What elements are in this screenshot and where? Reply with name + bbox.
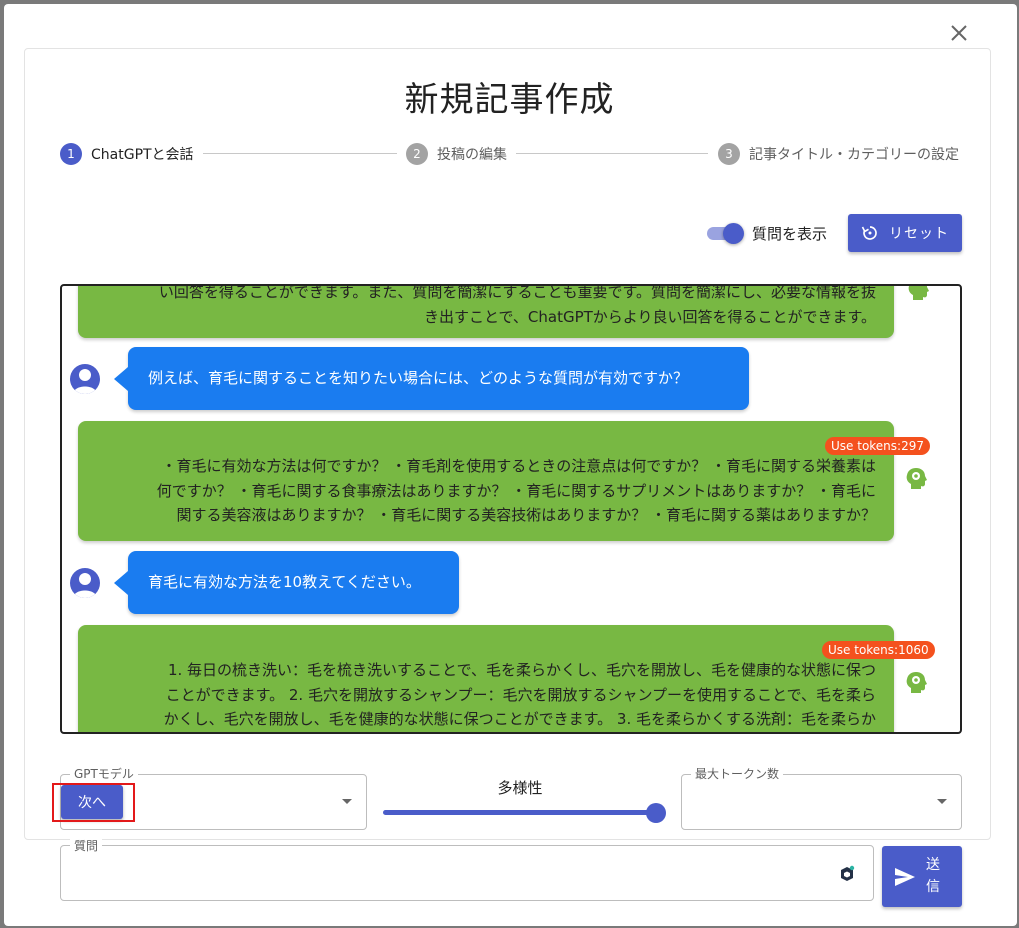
ai-head-icon bbox=[906, 672, 927, 693]
show-questions-label: 質問を表示 bbox=[752, 225, 828, 243]
message-text: 育毛に有効な方法を10教えてください。 bbox=[148, 573, 421, 592]
message-line: ことができます。 2. 毛穴を開放するシャンプー：毛穴を開放するシャンプーを使用… bbox=[165, 685, 876, 704]
diversity-slider-track[interactable] bbox=[383, 810, 656, 815]
token-count-badge: Use tokens:297 bbox=[825, 437, 930, 455]
step-label: 記事タイトル・カテゴリーの設定 bbox=[749, 147, 959, 163]
send-button[interactable]: 送信 bbox=[882, 846, 962, 907]
extension-icon[interactable] bbox=[837, 864, 857, 884]
step-chat: 1 ChatGPTと会話 bbox=[60, 143, 194, 165]
page-title: 新規記事作成 bbox=[404, 80, 615, 120]
message-line: ・育毛に有効な方法は何ですか？ ・育毛剤を使用するときの注意点は何ですか？ ・育… bbox=[161, 457, 876, 475]
diversity-label: 多様性 bbox=[497, 779, 543, 797]
step-number: 3 bbox=[718, 143, 740, 165]
step-number: 1 bbox=[60, 143, 82, 165]
user-message: 例えば、育毛に関することを知りたい場合には、どのような質問が有効ですか？ bbox=[128, 347, 749, 410]
message-line: 関する美容液はありますか？ ・育毛に関する美容技術はありますか？ ・育毛に関する… bbox=[176, 506, 876, 524]
ai-message: 1. 毎日の梳き洗い：毛を梳き洗いすることで、毛を柔らかくし、毛穴を開放し、毛を… bbox=[78, 625, 894, 732]
message-text: 例えば、育毛に関することを知りたい場合には、どのような質問が有効ですか？ bbox=[148, 369, 689, 388]
send-label: 送信 bbox=[926, 857, 940, 895]
question-field[interactable] bbox=[60, 845, 874, 901]
step-title-category: 3 記事タイトル・カテゴリーの設定 bbox=[718, 143, 959, 165]
user-avatar bbox=[70, 568, 100, 598]
max-tokens-label: 最大トークン数 bbox=[691, 765, 784, 782]
gpt-model-label: GPTモデル bbox=[70, 765, 138, 782]
chevron-down-icon bbox=[342, 799, 352, 804]
step-edit-post: 2 投稿の編集 bbox=[406, 143, 507, 165]
step-connector bbox=[516, 153, 708, 154]
ai-message: ・育毛に有効な方法は何ですか？ ・育毛剤を使用するときの注意点は何ですか？ ・育… bbox=[78, 421, 894, 541]
user-avatar bbox=[70, 364, 100, 394]
chevron-down-icon bbox=[937, 799, 947, 804]
token-count-badge: Use tokens:1060 bbox=[822, 641, 935, 659]
step-connector bbox=[203, 153, 397, 154]
user-message: 育毛に有効な方法を10教えてください。 bbox=[128, 551, 459, 614]
send-icon bbox=[895, 868, 915, 886]
diversity-slider-thumb[interactable] bbox=[646, 803, 666, 823]
reset-label: リセット bbox=[889, 226, 949, 242]
message-line: い回答を得ることができます。また、質問を簡潔にすることも重要です。質問を簡潔にし… bbox=[158, 284, 876, 301]
chat-history[interactable]: い回答を得ることができます。また、質問を簡潔にすることも重要です。質問を簡潔にし… bbox=[60, 284, 962, 734]
message-line: き出すことで、ChatGPTからより良い回答を得ることができます。 bbox=[423, 307, 876, 326]
message-line: 何ですか？ ・育毛に関する食事療法はありますか？ ・育毛に関するサプリメントはあ… bbox=[156, 481, 876, 500]
step-number: 2 bbox=[406, 143, 428, 165]
toggle-thumb bbox=[723, 223, 744, 244]
message-line: 1. 毎日の梳き洗い：毛を梳き洗いすることで、毛を柔らかくし、毛穴を開放し、毛を… bbox=[167, 661, 876, 679]
ai-head-icon bbox=[908, 286, 929, 300]
highlight-box bbox=[52, 783, 135, 822]
message-line: かくし、毛穴を開放し、毛を健康的な状態に保つことができます。 3. 毛を柔らかく… bbox=[163, 710, 876, 728]
reset-button[interactable]: リセット bbox=[848, 214, 962, 252]
question-label: 質問 bbox=[70, 837, 103, 854]
show-questions-toggle[interactable] bbox=[705, 222, 745, 244]
reset-icon bbox=[861, 226, 877, 240]
step-label: 投稿の編集 bbox=[437, 147, 507, 163]
max-tokens-select[interactable] bbox=[681, 774, 962, 830]
ai-message: い回答を得ることができます。また、質問を簡潔にすることも重要です。質問を簡潔にし… bbox=[78, 284, 894, 338]
question-input[interactable] bbox=[75, 860, 815, 888]
step-label: ChatGPTと会話 bbox=[91, 147, 194, 163]
close-icon[interactable] bbox=[946, 20, 972, 46]
ai-head-icon bbox=[906, 468, 927, 489]
